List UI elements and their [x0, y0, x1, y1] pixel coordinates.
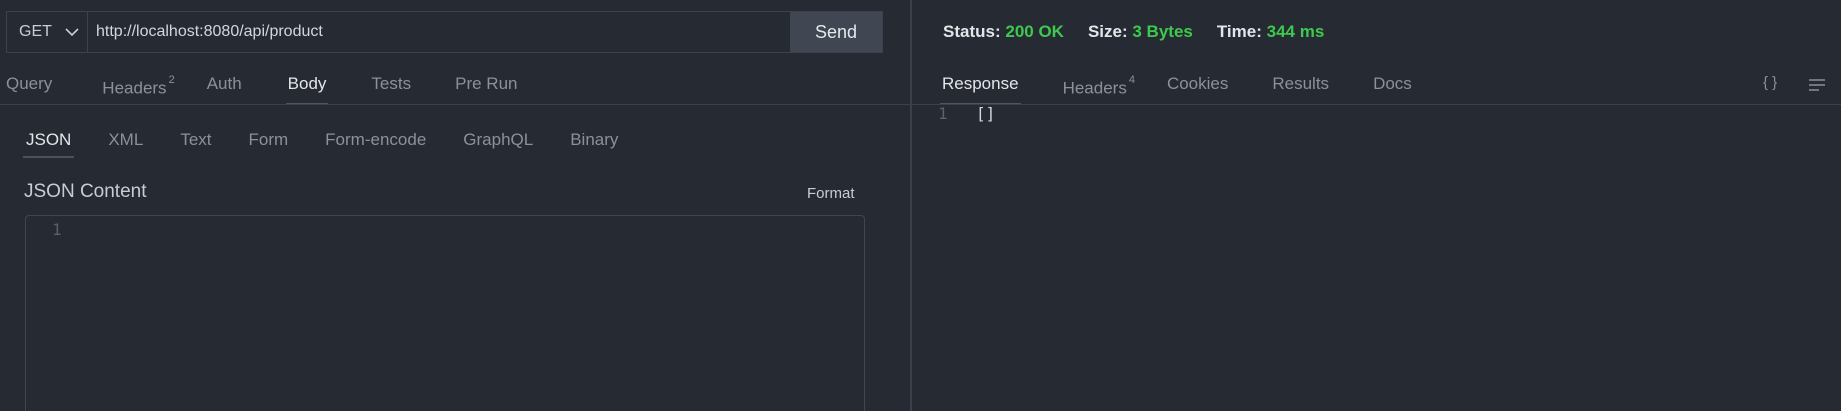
- size-label: Size:: [1087, 22, 1128, 41]
- tab-auth-label: Auth: [206, 74, 242, 93]
- body-type-xml[interactable]: XML: [108, 122, 143, 158]
- tab-pre-run-label: Pre Run: [455, 74, 518, 93]
- editor-line-number: 1: [52, 220, 62, 239]
- tab-tests-label: Tests: [371, 74, 412, 93]
- tab-auth[interactable]: Auth: [207, 64, 242, 104]
- format-button[interactable]: Format: [807, 185, 855, 202]
- body-type-binary[interactable]: Binary: [570, 122, 618, 158]
- tab-cookies-label: Cookies: [1166, 74, 1229, 93]
- request-tabs-divider: [0, 104, 910, 105]
- response-pane: Status: 200 OK Size: 3 Bytes Time: 344 m…: [912, 0, 1841, 411]
- response-tabs: Response Headers 4 Cookies Results Docs: [940, 64, 1412, 105]
- tab-body[interactable]: Body: [285, 64, 329, 105]
- body-type-json[interactable]: JSON: [22, 122, 75, 158]
- tab-docs[interactable]: Docs: [1373, 64, 1412, 104]
- tab-response-headers-label: Headers: [1062, 78, 1127, 98]
- tab-query[interactable]: Query: [6, 64, 52, 104]
- tab-headers[interactable]: Headers 2: [102, 64, 174, 104]
- method-select[interactable]: GET: [7, 12, 88, 52]
- request-tabs: Query Headers 2 Auth Body Tests Pre Run: [6, 64, 517, 105]
- response-body: 1 []: [938, 104, 995, 123]
- app-root: GET Send Query Headers2 Auth Body Tes: [0, 0, 1841, 411]
- url-input[interactable]: [88, 12, 790, 52]
- body-type-form-encode[interactable]: Form-encode: [325, 122, 426, 158]
- body-type-text[interactable]: Text: [180, 122, 211, 158]
- body-type-form[interactable]: Form: [249, 122, 289, 158]
- request-pane: GET Send Query Headers2 Auth Body Tes: [0, 0, 910, 411]
- send-button[interactable]: Send: [790, 12, 882, 52]
- size-value: 3 Bytes: [1132, 22, 1193, 41]
- tab-response[interactable]: Response: [940, 64, 1021, 105]
- tab-headers-label: Headers: [102, 78, 167, 98]
- size-group: Size: 3 Bytes: [1088, 22, 1193, 42]
- wrap-lines-icon[interactable]: [1808, 78, 1826, 96]
- wrap-lines-glyph: [1809, 79, 1825, 91]
- tab-body-label: Body: [287, 74, 327, 93]
- tab-query-label: Query: [6, 74, 53, 93]
- body-type-graphql[interactable]: GraphQL: [463, 122, 533, 158]
- tab-tests[interactable]: Tests: [371, 64, 411, 104]
- response-code: []: [976, 104, 996, 123]
- json-content-title: JSON Content: [24, 181, 147, 202]
- body-type-tabs: JSON XML Text Form Form-encode GraphQL B…: [22, 122, 655, 158]
- method-label: GET: [19, 23, 52, 40]
- time-label: Time:: [1216, 22, 1262, 41]
- tab-results-label: Results: [1272, 74, 1330, 93]
- tab-docs-label: Docs: [1373, 74, 1412, 93]
- time-value: 344 ms: [1266, 22, 1325, 41]
- time-group: Time: 344 ms: [1217, 22, 1324, 42]
- tab-cookies[interactable]: Cookies: [1167, 64, 1228, 104]
- tab-response-headers-badge: 4: [1128, 74, 1135, 86]
- status-value: 200 OK: [1005, 22, 1064, 41]
- tab-pre-run[interactable]: Pre Run: [455, 64, 517, 104]
- response-tabs-divider: [912, 104, 1841, 105]
- tab-results[interactable]: Results: [1272, 64, 1329, 104]
- tab-response-headers[interactable]: Headers 4: [1063, 64, 1135, 104]
- status-label: Status:: [943, 22, 1001, 41]
- tab-response-label: Response: [942, 74, 1019, 93]
- braces-icon[interactable]: { }: [1763, 74, 1777, 91]
- url-bar: GET Send: [6, 11, 883, 53]
- response-line-number: 1: [938, 104, 948, 123]
- json-editor[interactable]: 1: [25, 215, 865, 411]
- chevron-down-icon: [65, 28, 79, 37]
- status-group: Status: 200 OK: [943, 22, 1064, 42]
- tab-headers-badge: 2: [168, 74, 175, 86]
- response-status-line: Status: 200 OK Size: 3 Bytes Time: 344 m…: [943, 22, 1324, 42]
